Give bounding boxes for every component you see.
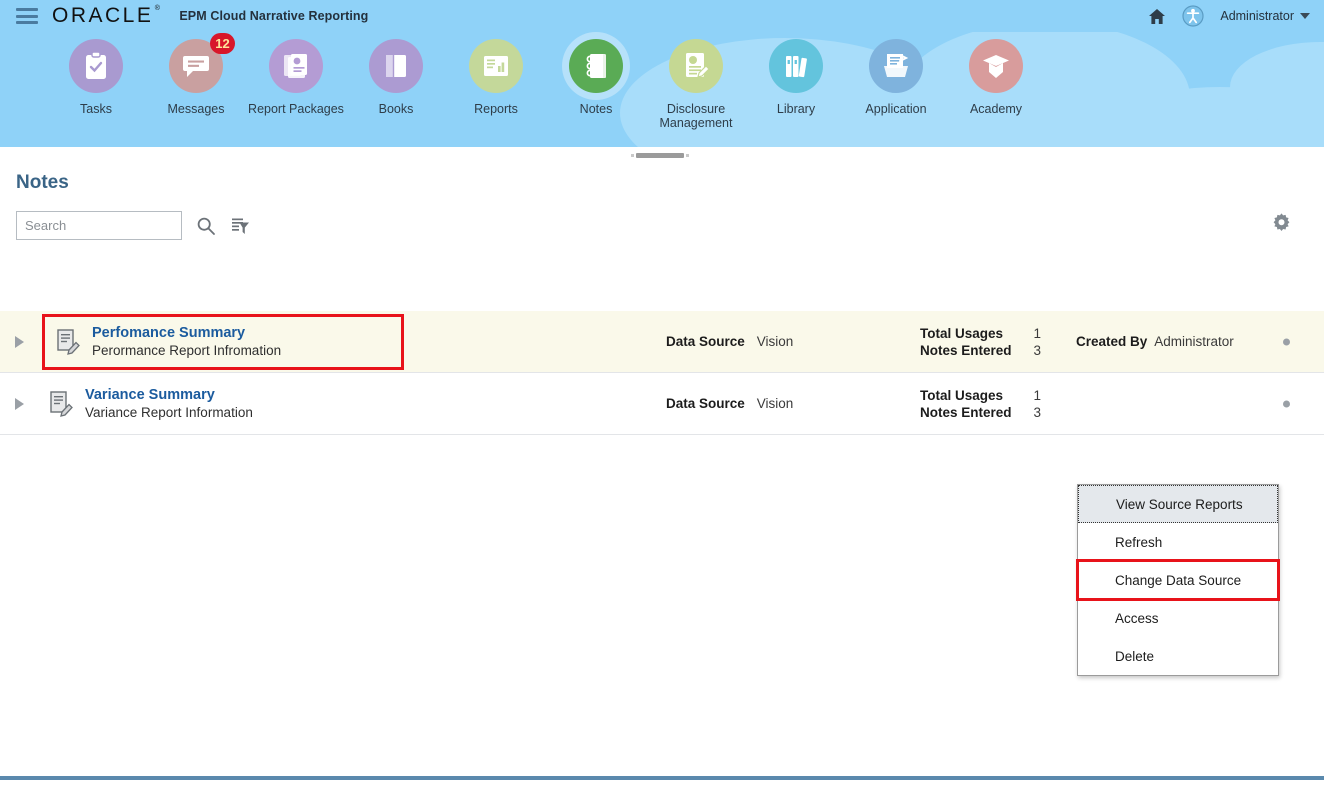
nav-label: Library xyxy=(776,102,816,116)
note-document-icon xyxy=(57,328,80,355)
oracle-logo: ORACLE xyxy=(52,4,163,28)
search-toolbar xyxy=(16,211,250,240)
nav-label: Report Packages xyxy=(248,102,344,116)
total-usages-label: Total Usages xyxy=(920,325,1004,341)
user-menu[interactable]: Administrator xyxy=(1220,9,1310,23)
context-menu: View Source Reports Refresh Change Data … xyxy=(1076,484,1280,676)
nav-label: Disclosure Management xyxy=(659,102,733,130)
note-description: Perormance Report Infromation xyxy=(92,343,282,358)
usage-cell: Total Usages 1 Notes Entered 3 xyxy=(920,388,1041,420)
accessibility-icon[interactable] xyxy=(1182,5,1204,27)
graduation-cap-icon xyxy=(969,39,1023,93)
header-actions: Administrator xyxy=(1148,5,1324,27)
note-summary-cell[interactable]: Variance Summary Variance Report Informa… xyxy=(38,381,263,426)
created-by-label: Created By xyxy=(1076,334,1148,349)
nav-label: Academy xyxy=(969,102,1023,116)
messages-badge: 12 xyxy=(210,33,235,54)
nav-label: Tasks xyxy=(80,102,112,116)
data-source-value: Vision xyxy=(756,396,794,411)
total-usages-value: 1 xyxy=(1033,387,1042,403)
nav-label: Messages xyxy=(167,102,225,116)
note-document-icon xyxy=(50,390,73,417)
usage-cell: Total Usages 1 Notes Entered 3 xyxy=(920,326,1041,358)
page-title: Notes xyxy=(16,172,69,193)
stacked-reports-icon xyxy=(269,39,323,93)
notes-page-content: Notes Search Perfomance Summary Perorman… xyxy=(0,147,1324,775)
note-title-link[interactable]: Perfomance Summary xyxy=(92,325,281,341)
data-source-cell: Data Source Vision xyxy=(666,334,793,349)
note-summary-cell[interactable]: Perfomance Summary Perormance Report Inf… xyxy=(42,313,405,370)
menu-item-delete[interactable]: Delete xyxy=(1078,637,1278,675)
table-row[interactable]: Variance Summary Variance Report Informa… xyxy=(0,373,1324,435)
menu-item-access[interactable]: Access xyxy=(1078,599,1278,637)
nav-label: Books xyxy=(378,102,414,116)
home-icon[interactable] xyxy=(1148,8,1166,25)
user-name: Administrator xyxy=(1220,9,1294,23)
report-chart-icon xyxy=(469,39,523,93)
nav-label: Notes xyxy=(579,102,613,116)
filter-list-icon[interactable] xyxy=(230,216,250,236)
chevron-right-icon xyxy=(14,397,24,410)
notes-list: Perfomance Summary Perormance Report Inf… xyxy=(0,311,1324,435)
nav-items-row: Tasks 12 Messages Report Packages Books … xyxy=(0,32,1324,147)
nav-label: Application xyxy=(865,102,927,116)
total-usages-label: Total Usages xyxy=(920,387,1004,403)
notes-entered-value: 3 xyxy=(1033,404,1042,420)
nav-item-disclosure-management[interactable]: Disclosure Management xyxy=(646,32,746,147)
note-title-link[interactable]: Variance Summary xyxy=(85,387,253,403)
app-title: EPM Cloud Narrative Reporting xyxy=(179,9,369,23)
expand-toggle[interactable] xyxy=(0,397,38,410)
expand-toggle[interactable] xyxy=(0,335,38,348)
nav-item-books[interactable]: Books xyxy=(346,32,446,147)
created-by-cell: Created By Administrator xyxy=(1076,334,1234,349)
search-input[interactable] xyxy=(16,211,182,240)
menu-item-refresh[interactable]: Refresh xyxy=(1078,523,1278,561)
notes-entered-label: Notes Entered xyxy=(920,404,1012,420)
nav-item-reports[interactable]: Reports xyxy=(446,32,546,147)
nav-item-library[interactable]: Library xyxy=(746,32,846,147)
clipboard-check-icon xyxy=(69,39,123,93)
gear-icon[interactable] xyxy=(1271,212,1292,238)
nav-item-report-packages[interactable]: Report Packages xyxy=(246,32,346,147)
nav-item-academy[interactable]: Academy xyxy=(946,32,1046,147)
created-by-value: Administrator xyxy=(1154,334,1234,349)
library-books-icon xyxy=(769,39,823,93)
panel-resize-handle[interactable] xyxy=(631,153,689,158)
nav-item-application[interactable]: Application xyxy=(846,32,946,147)
data-source-value: Vision xyxy=(756,334,794,349)
nav-label: Reports xyxy=(474,102,518,116)
row-actions-icon[interactable] xyxy=(1283,338,1290,345)
nav-item-tasks[interactable]: Tasks xyxy=(46,32,146,147)
note-text-block: Perfomance Summary Perormance Report Inf… xyxy=(92,325,281,358)
data-source-label: Data Source xyxy=(666,396,745,411)
magnifier-icon[interactable] xyxy=(196,216,216,236)
nav-item-messages[interactable]: 12 Messages xyxy=(146,32,246,147)
hamburger-icon[interactable] xyxy=(16,8,38,24)
total-usages-value: 1 xyxy=(1033,325,1042,341)
data-source-cell: Data Source Vision xyxy=(666,396,793,411)
table-row[interactable]: Perfomance Summary Perormance Report Inf… xyxy=(0,311,1324,373)
chevron-right-icon xyxy=(14,335,24,348)
note-text-block: Variance Summary Variance Report Informa… xyxy=(85,387,253,420)
top-header-bar: ORACLE EPM Cloud Narrative Reporting Adm… xyxy=(0,0,1324,32)
data-source-label: Data Source xyxy=(666,334,745,349)
chevron-down-icon xyxy=(1300,13,1310,19)
notebook-icon xyxy=(569,39,623,93)
bottom-status-bar xyxy=(0,776,1324,790)
menu-item-view-source-reports[interactable]: View Source Reports xyxy=(1078,485,1278,523)
menu-item-change-data-source[interactable]: Change Data Source xyxy=(1076,559,1280,601)
nav-item-notes[interactable]: Notes xyxy=(546,32,646,147)
notes-entered-label: Notes Entered xyxy=(920,342,1012,358)
springboard-nav: Tasks 12 Messages Report Packages Books … xyxy=(0,32,1324,147)
book-icon xyxy=(369,39,423,93)
notes-entered-value: 3 xyxy=(1033,342,1042,358)
application-box-icon xyxy=(869,39,923,93)
speech-bubble-icon: 12 xyxy=(169,33,235,93)
row-actions-icon[interactable] xyxy=(1283,400,1290,407)
note-description: Variance Report Information xyxy=(85,405,253,420)
disclosure-doc-icon xyxy=(669,39,723,93)
